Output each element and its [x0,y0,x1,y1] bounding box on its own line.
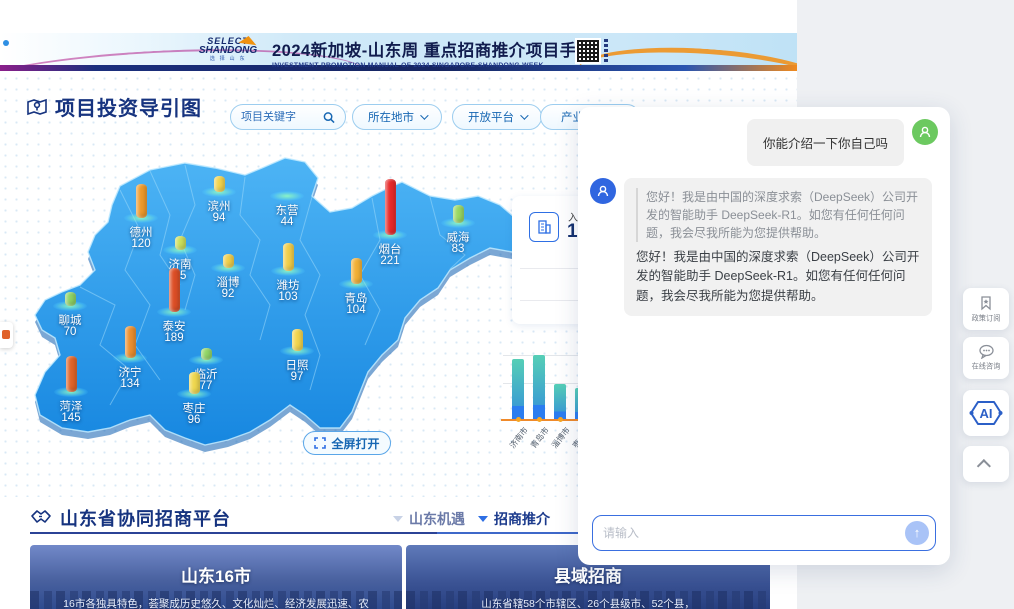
baseline-dot [558,417,563,422]
sidebar-label: 在线咨询 [972,362,1001,372]
baseline-dot [537,417,542,422]
select-shandong-logo[interactable]: SELECT SHANDONG 选 择 山 东 [193,37,263,62]
building-icon [529,212,559,242]
chat-messages: 你能介绍一下你自己吗 您好！我是由中国的深度求索（DeepSeek）公司开发的智… [578,107,950,515]
left-float-widget[interactable] [0,322,13,348]
fullscreen-open-button[interactable]: 全屏打开 [303,431,391,455]
sidebar-label: 政策订阅 [972,313,1001,323]
map-guide-icon [26,96,48,118]
user-message-bubble: 你能介绍一下你自己吗 [747,119,904,166]
chat-input[interactable] [603,526,905,540]
ai-hexagon-icon: AI [968,397,1004,429]
triangle-down-icon [478,516,488,522]
keyword-search-input[interactable] [241,111,317,123]
assistant-message-bubble: 您好！我是由中国的深度求索（DeepSeek）公司开发的智能助手 DeepSee… [624,178,932,316]
keyword-search-pill[interactable] [230,104,346,130]
triangle-down-icon [393,516,403,522]
shandong-map[interactable] [20,145,535,475]
fullscreen-label: 全屏打开 [331,435,379,452]
bar-青岛市 [533,355,545,419]
fullscreen-icon [314,437,326,449]
logo-line2: SHANDONG [193,46,263,56]
svg-text:AI: AI [980,406,993,421]
assistant-quote-text: 您好！我是由中国的深度求索（DeepSeek）公司开发的智能助手 DeepSee… [636,188,920,242]
search-icon[interactable] [323,111,335,124]
filter-city-dropdown[interactable]: 所在地市 [352,104,442,130]
handshake-icon [30,508,52,528]
chevron-up-icon [977,459,991,473]
nav-investment-promotion[interactable]: 招商推介 [478,509,550,529]
bar-淄博市 [554,384,566,419]
card-desc: 16市各独具特色，荟聚成历史悠久、文化灿烂、经济发展迅速、农 [30,596,402,609]
send-button[interactable]: ↑ [905,521,929,545]
ai-assistant-button[interactable]: AI [963,390,1009,436]
chat-dots-icon [978,344,995,359]
assistant-message-text: 您好！我是由中国的深度求索（DeepSeek）公司开发的智能助手 DeepSee… [636,248,920,306]
online-consult-button[interactable]: 在线咨询 [963,337,1009,379]
banner-title: 2024新加坡-山东周 重点招商推介项目手册 [272,37,572,61]
chevron-down-icon [520,111,528,119]
back-to-top-button[interactable] [963,446,1009,482]
banner-dot [3,40,9,46]
nav-label: 山东机遇 [409,509,465,529]
filter-platform-label: 开放平台 [468,109,514,125]
filter-platform-dropdown[interactable]: 开放平台 [452,104,542,130]
nav-shandong-opportunity[interactable]: 山东机遇 [393,509,465,529]
assistant-avatar [590,178,616,204]
user-avatar [912,119,938,145]
card-title: 山东16市 [30,562,402,587]
bar-济南市 [512,359,524,419]
baseline-dot [516,417,521,422]
nav-label: 招商推介 [494,509,550,529]
policy-subscribe-button[interactable]: 政策订阅 [963,288,1009,330]
qr-caption-vertical [604,39,608,63]
bookmark-star-icon [978,295,994,311]
filter-city-label: 所在地市 [368,109,414,125]
top-banner: SELECT SHANDONG 选 择 山 东 2024新加坡-山东周 重点招商… [0,33,797,71]
banner-titles: 2024新加坡-山东周 重点招商推介项目手册 INVESTMENT PROMOT… [272,37,572,69]
card-desc: 山东省辖58个市辖区、26个县级市、52个县， [406,596,770,609]
card-title: 县域招商 [406,562,770,587]
chevron-down-icon [420,111,428,119]
logo-subtext: 选 择 山 东 [198,56,258,61]
ai-chat-panel: 你能介绍一下你自己吗 您好！我是由中国的深度求索（DeepSeek）公司开发的智… [578,107,950,565]
banner-subtitle: INVESTMENT PROMOTION MANUAL OF 2024 SING… [272,62,572,69]
map-section-title: 项目投资导引图 [55,92,202,121]
map-shape[interactable] [35,158,527,452]
chat-input-bar[interactable]: ↑ [592,515,936,551]
card-shandong-16-cities[interactable]: 山东16市 16市各独具特色，荟聚成历史悠久、文化灿烂、经济发展迅速、农 [30,545,402,609]
platform-section-title: 山东省协同招商平台 [60,505,231,531]
qr-code [575,38,601,64]
